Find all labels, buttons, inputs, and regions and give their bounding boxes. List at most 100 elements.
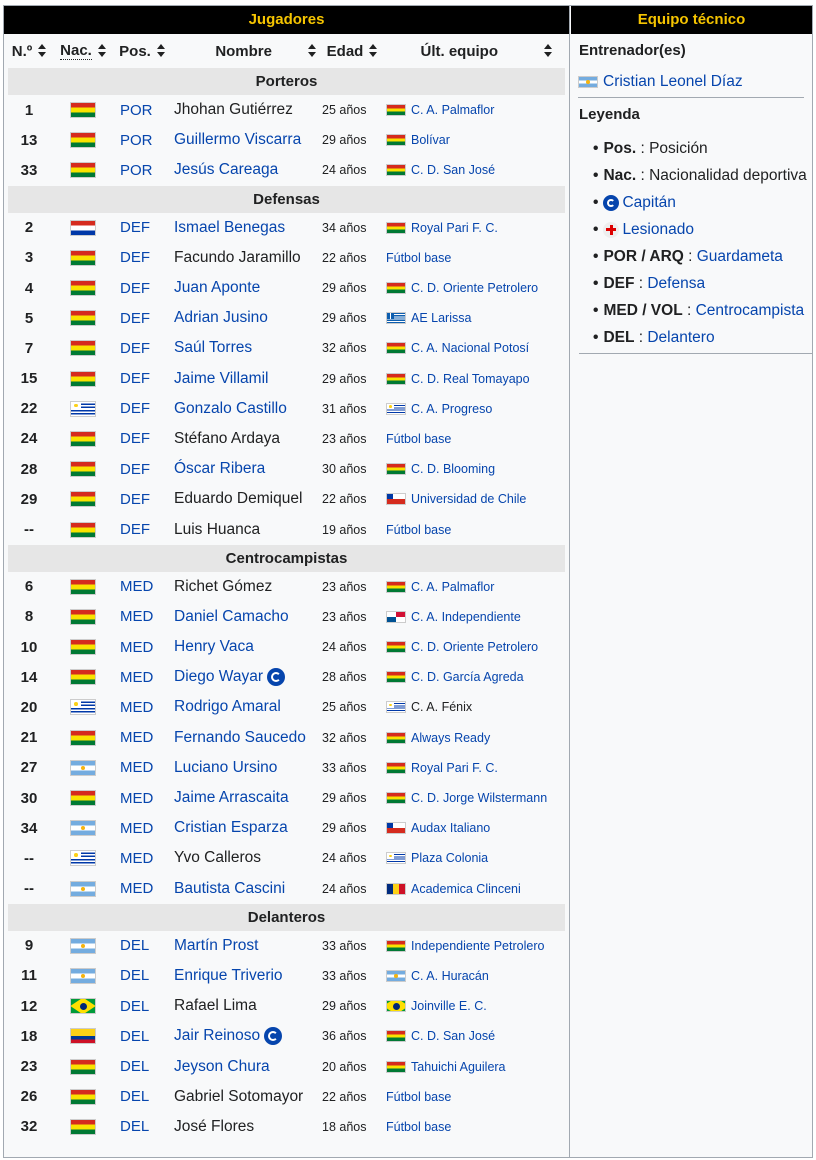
bol-flag-icon[interactable] <box>70 430 96 447</box>
position-link[interactable]: DEL <box>112 1088 172 1105</box>
bol-flag-icon[interactable] <box>70 310 96 327</box>
position-link[interactable]: POR <box>112 132 172 149</box>
position-link[interactable]: DEF <box>112 219 172 236</box>
last-club-link[interactable]: C. A. Nacional Potosí <box>411 341 529 355</box>
last-club-link[interactable]: Independiente Petrolero <box>411 939 544 953</box>
position-link[interactable]: POR <box>112 162 172 179</box>
last-club-link[interactable]: Universidad de Chile <box>411 492 526 506</box>
bol-flag-icon[interactable] <box>70 491 96 508</box>
position-link[interactable]: MED <box>112 608 172 625</box>
bol-flag-icon[interactable] <box>70 639 96 656</box>
bol-flag-icon[interactable] <box>70 370 96 387</box>
position-link[interactable]: MED <box>112 669 172 686</box>
player-name[interactable]: Rodrigo Amaral <box>174 698 281 715</box>
position-link[interactable]: DEL <box>112 998 172 1015</box>
bol-flag-icon[interactable] <box>70 249 96 266</box>
last-club-link[interactable]: C. D. García Agreda <box>411 670 524 684</box>
bol-flag-icon[interactable] <box>70 608 96 625</box>
last-club-link[interactable]: Royal Pari F. C. <box>411 221 498 235</box>
col-flag-icon[interactable] <box>70 1028 96 1045</box>
player-name[interactable]: Adrian Jusino <box>174 309 268 326</box>
position-link[interactable]: DEF <box>112 400 172 417</box>
player-name[interactable]: Ismael Benegas <box>174 219 285 236</box>
player-name[interactable]: Jaime Villamil <box>174 370 268 387</box>
uru-flag-icon[interactable] <box>70 850 96 867</box>
player-name[interactable]: Saúl Torres <box>174 339 252 356</box>
position-link[interactable]: DEL <box>112 937 172 954</box>
last-club-link[interactable]: C. D. Oriente Petrolero <box>411 281 538 295</box>
bol-flag-icon[interactable] <box>70 340 96 357</box>
bol-flag-icon[interactable] <box>70 1088 96 1105</box>
sort-num-header[interactable]: N.º <box>4 34 54 68</box>
player-name[interactable]: Fernando Saucedo <box>174 729 306 746</box>
last-club-link[interactable]: Fútbol base <box>386 432 451 446</box>
sort-pos-header[interactable]: Pos. <box>112 34 172 68</box>
last-club-link[interactable]: Fútbol base <box>386 1120 451 1134</box>
arg-flag-icon[interactable] <box>70 880 96 897</box>
position-link[interactable]: DEL <box>112 1118 172 1135</box>
bol-flag-icon[interactable] <box>70 729 96 746</box>
par-flag-icon[interactable] <box>70 219 96 236</box>
legend-text[interactable]: Capitán <box>622 194 675 212</box>
last-club-link[interactable]: C. A. Palmaflor <box>411 580 494 594</box>
bol-flag-icon[interactable] <box>70 521 96 538</box>
position-link[interactable]: DEL <box>112 1058 172 1075</box>
player-name[interactable]: Jair Reinoso <box>174 1027 260 1044</box>
last-club-link[interactable]: Joinville E. C. <box>411 999 487 1013</box>
legend-text[interactable]: Guardameta <box>697 248 783 266</box>
player-name[interactable]: Jaime Arrascaita <box>174 789 289 806</box>
position-link[interactable]: MED <box>112 729 172 746</box>
bol-flag-icon[interactable] <box>70 669 96 686</box>
last-club-link[interactable]: Always Ready <box>411 731 490 745</box>
last-club-link[interactable]: Bolívar <box>411 133 450 147</box>
last-club-link[interactable]: Academica Clinceni <box>411 882 521 896</box>
sort-club-header[interactable]: Últ. equipo <box>384 34 560 68</box>
player-name[interactable]: Martín Prost <box>174 937 258 954</box>
player-name[interactable]: Juan Aponte <box>174 279 260 296</box>
position-link[interactable]: DEF <box>112 461 172 478</box>
last-club-link[interactable]: C. A. Huracán <box>411 969 489 983</box>
position-link[interactable]: POR <box>112 102 172 119</box>
position-link[interactable]: DEF <box>112 521 172 538</box>
player-name[interactable]: Jesús Careaga <box>174 161 278 178</box>
legend-text[interactable]: Delantero <box>647 329 714 347</box>
player-name[interactable]: Gonzalo Castillo <box>174 400 287 417</box>
last-club-link[interactable]: C. A. Independiente <box>411 610 521 624</box>
last-club-link[interactable]: Fútbol base <box>386 523 451 537</box>
position-link[interactable]: DEF <box>112 340 172 357</box>
sort-nac-header[interactable]: Nac. <box>54 34 112 68</box>
last-club-link[interactable]: C. D. Blooming <box>411 462 495 476</box>
legend-text[interactable]: Defensa <box>647 275 705 293</box>
sort-name-header[interactable]: Nombre <box>172 34 320 68</box>
position-link[interactable]: DEL <box>112 1028 172 1045</box>
last-club-link[interactable]: Plaza Colonia <box>411 851 488 865</box>
last-club-link[interactable]: Fútbol base <box>386 251 451 265</box>
arg-flag-icon[interactable] <box>70 967 96 984</box>
position-link[interactable]: MED <box>112 578 172 595</box>
arg-flag-icon[interactable] <box>70 759 96 776</box>
arg-flag-icon[interactable] <box>70 937 96 954</box>
position-link[interactable]: MED <box>112 850 172 867</box>
sort-age-header[interactable]: Edad <box>320 34 384 68</box>
player-name[interactable]: Guillermo Viscarra <box>174 131 301 148</box>
position-link[interactable]: DEF <box>112 249 172 266</box>
player-name[interactable]: Enrique Triverio <box>174 967 283 984</box>
player-name[interactable]: Daniel Camacho <box>174 608 289 625</box>
coach-name-link[interactable]: Cristian Leonel Díaz <box>603 73 743 91</box>
player-name[interactable]: Jeyson Chura <box>174 1058 270 1075</box>
last-club-link[interactable]: C. D. San José <box>411 163 495 177</box>
last-club-link[interactable]: C. D. Oriente Petrolero <box>411 640 538 654</box>
legend-text[interactable]: Lesionado <box>622 221 694 239</box>
player-name[interactable]: Diego Wayar <box>174 668 263 685</box>
position-link[interactable]: MED <box>112 759 172 776</box>
bol-flag-icon[interactable] <box>70 102 96 119</box>
position-link[interactable]: DEL <box>112 967 172 984</box>
uru-flag-icon[interactable] <box>70 400 96 417</box>
position-link[interactable]: MED <box>112 820 172 837</box>
last-club-link[interactable]: Audax Italiano <box>411 821 490 835</box>
bol-flag-icon[interactable] <box>70 1058 96 1075</box>
bol-flag-icon[interactable] <box>70 578 96 595</box>
position-link[interactable]: DEF <box>112 430 172 447</box>
legend-text[interactable]: Centrocampista <box>696 302 805 320</box>
last-club-link[interactable]: C. D. Real Tomayapo <box>411 372 530 386</box>
